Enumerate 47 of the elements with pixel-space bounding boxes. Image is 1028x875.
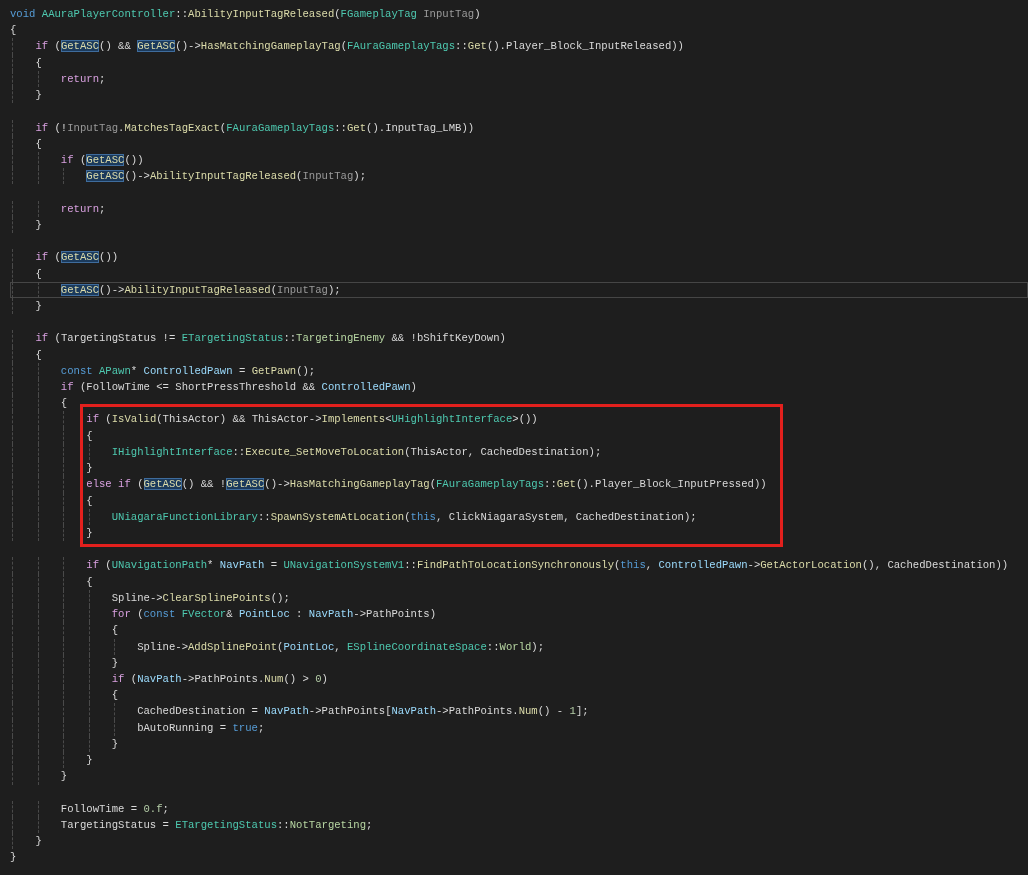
code-line: TargetingStatus = ETargetingStatus::NotTargeting; (10, 816, 1028, 834)
code-line: } (10, 525, 1028, 542)
code-line: if (GetASC()) (10, 151, 1028, 169)
code-line: } (10, 654, 1028, 671)
code-line: { (10, 346, 1028, 363)
code-line: Spline->AddSplinePoint(PointLoc, ESplineCoordinateSpace::World); (10, 638, 1028, 655)
code-line: } (10, 768, 1028, 785)
code-line: if (UNavigationPath* NavPath = UNavigationSystemV1::FindPathToLocationSynchronously(this, ControlledPawn->GetActorLocation(), CachedDestination)) (10, 557, 1028, 574)
code-line: bAutoRunning = true; (10, 719, 1028, 736)
code-line: } (10, 833, 1028, 850)
code-line: { (10, 54, 1028, 71)
code-line: { (10, 622, 1028, 639)
code-line: { (10, 492, 1028, 509)
code-line: { (10, 573, 1028, 590)
code-line: } (10, 752, 1028, 769)
code-line: { (10, 427, 1028, 444)
code-line: { (10, 265, 1028, 282)
code-line: } (10, 460, 1028, 477)
code-line: for (const FVector& PointLoc : NavPath->PathPoints) (10, 606, 1028, 623)
code-line: { (10, 135, 1028, 152)
code-line: if (!InputTag.MatchesTagExact(FAuraGameplayTags::Get().InputTag_LMB)) (10, 119, 1028, 136)
code-line: } (10, 87, 1028, 104)
code-line: if (NavPath->PathPoints.Num() > 0) (10, 670, 1028, 688)
code-line: IHighlightInterface::Execute_SetMoveToLocation(ThisActor, CachedDestination); (10, 443, 1028, 461)
code-line: if (GetASC()) (10, 249, 1028, 266)
code-line: if (GetASC() && GetASC()->HasMatchingGameplayTag(FAuraGameplayTags::Get().Player_Block_InputReleased)) (10, 38, 1028, 55)
code-line: else if (GetASC() && !GetASC()->HasMatchingGameplayTag(FAuraGameplayTags::Get().Player_Block_InputPressed)) (10, 476, 1028, 493)
code-line: { (10, 23, 18, 39)
code-line: GetASC()->AbilityInputTagReleased(InputTag); (10, 281, 1028, 298)
code-line: } (10, 216, 1028, 234)
code-line: } (10, 850, 18, 866)
code-line: FollowTime = 0.f; (10, 800, 1028, 817)
code-line: } (10, 297, 1028, 315)
code-line: if (TargetingStatus != ETargetingStatus::TargetingEnemy && !bShiftKeyDown) (10, 330, 1028, 347)
code-line: { (10, 395, 1028, 412)
code-line: GetASC()->AbilityInputTagReleased(InputTag); (10, 168, 1028, 185)
code-line: Spline->ClearSplinePoints(); (10, 589, 1028, 607)
code-line: return; (10, 200, 1028, 217)
code-line: const APawn* ControlledPawn = GetPawn(); (10, 362, 1028, 380)
code-line: void AAuraPlayerController::AbilityInputTagReleased(FGameplayTag InputTag) (10, 7, 482, 22)
code-line: if (IsValid(ThisActor) && ThisActor->Implements<UHighlightInterface>()) (10, 411, 1028, 428)
code-line: if (FollowTime <= ShortPressThreshold && ControlledPawn) (10, 379, 1028, 396)
code-line: CachedDestination = NavPath->PathPoints[NavPath->PathPoints.Num() - 1]; (10, 703, 1028, 720)
code-line: return; (10, 70, 1028, 88)
code-line: UNiagaraFunctionLibrary::SpawnSystemAtLocation(this, ClickNiagaraSystem, CachedDestination); (10, 508, 1028, 525)
code-line: } (10, 735, 1028, 753)
code-line: { (10, 687, 1028, 704)
